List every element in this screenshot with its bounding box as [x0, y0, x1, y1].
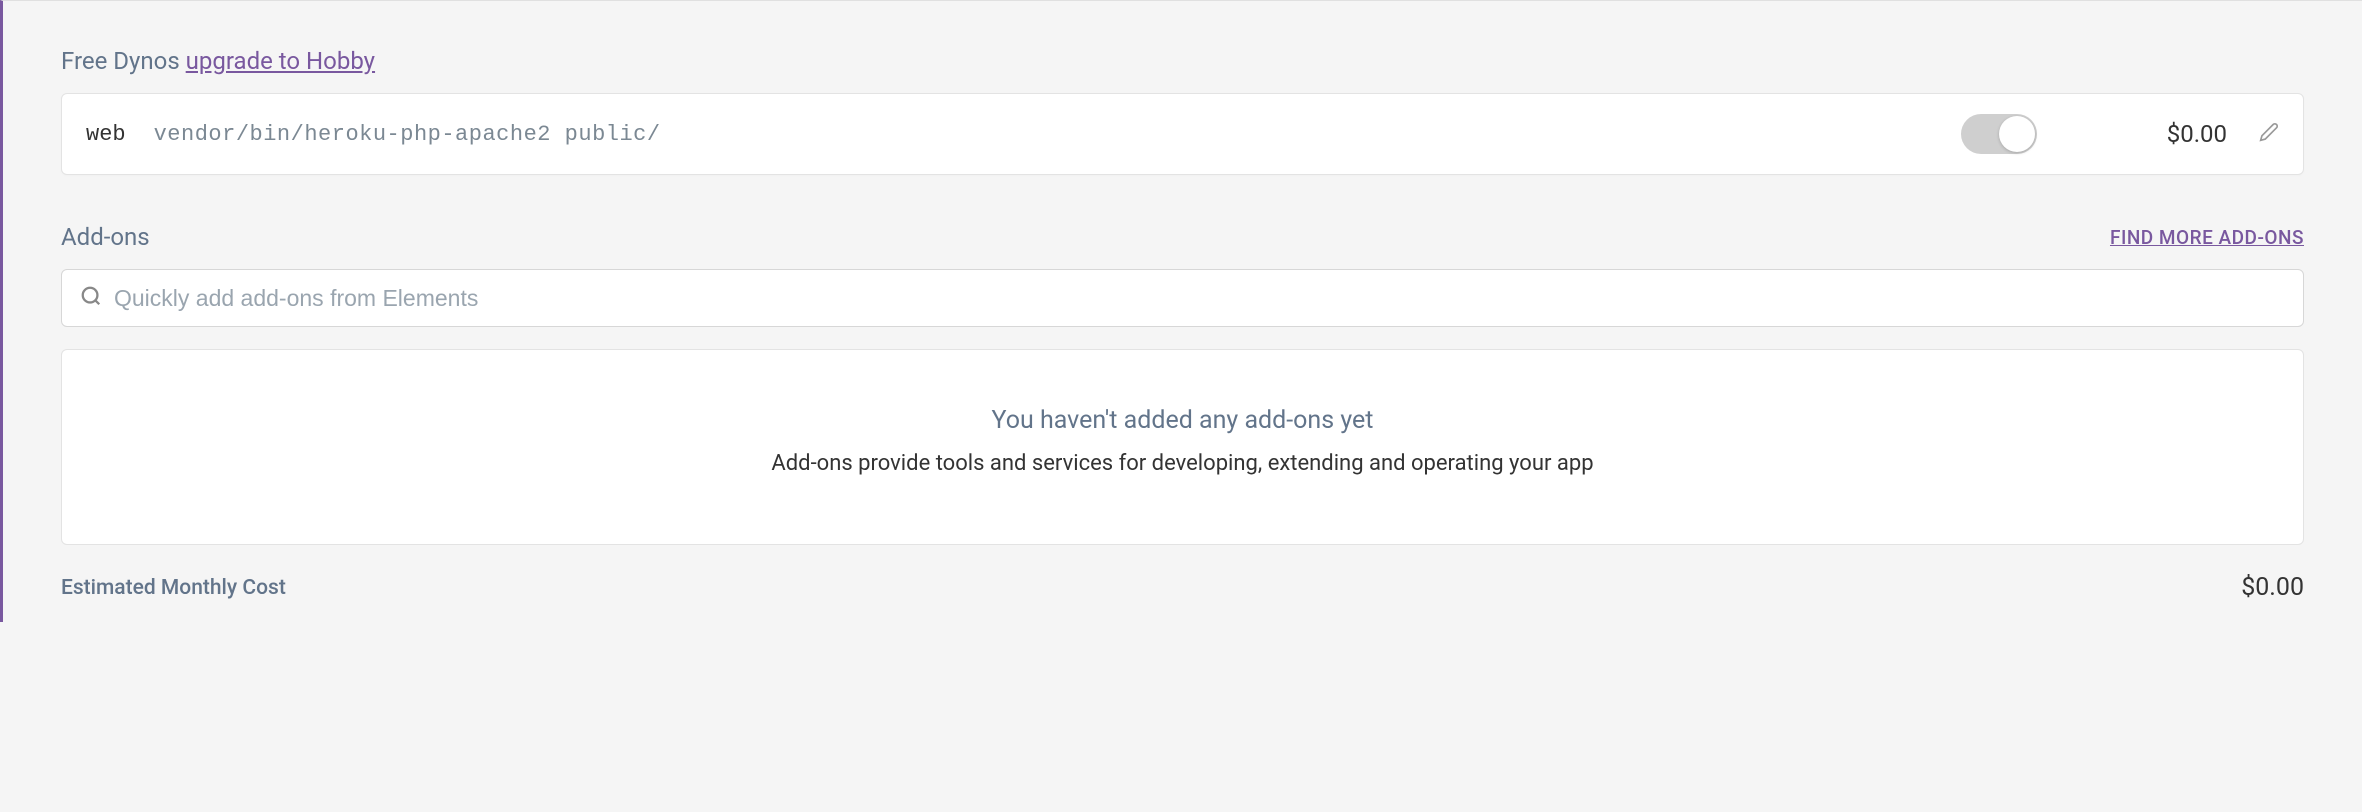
dyno-command: vendor/bin/heroku-php-apache2 public/ [154, 122, 1961, 147]
addons-empty-state: You haven't added any add-ons yet Add-on… [61, 349, 2304, 545]
addons-section-header: Add-ons FIND MORE ADD-ONS [61, 223, 2304, 251]
search-icon [80, 285, 102, 311]
dyno-price: $0.00 [2167, 120, 2227, 148]
dyno-toggle[interactable] [1961, 114, 2037, 154]
pencil-icon[interactable] [2259, 122, 2279, 146]
addons-section-label: Add-ons [61, 223, 150, 251]
dynos-section-label: Free Dynos [61, 47, 180, 75]
estimated-cost-label: Estimated Monthly Cost [61, 576, 286, 600]
upgrade-hobby-link[interactable]: upgrade to Hobby [186, 47, 375, 75]
dynos-section-header: Free Dynos upgrade to Hobby [61, 47, 2304, 75]
estimated-cost-value: $0.00 [2241, 573, 2304, 602]
dyno-row: web vendor/bin/heroku-php-apache2 public… [61, 93, 2304, 175]
estimated-cost-row: Estimated Monthly Cost $0.00 [61, 573, 2304, 602]
find-more-addons-link[interactable]: FIND MORE ADD-ONS [2110, 226, 2304, 249]
addons-search-input[interactable] [114, 285, 2285, 312]
addons-empty-title: You haven't added any add-ons yet [82, 406, 2283, 435]
dyno-type: web [86, 122, 126, 147]
addons-search-box[interactable] [61, 269, 2304, 327]
addons-empty-desc: Add-ons provide tools and services for d… [82, 451, 2283, 476]
